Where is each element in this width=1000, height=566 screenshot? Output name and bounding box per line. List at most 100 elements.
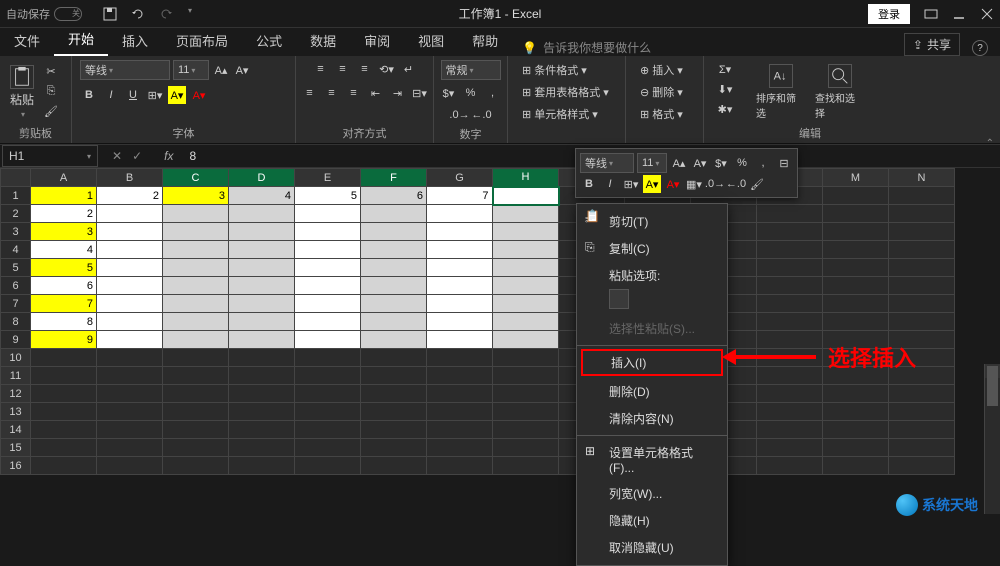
cell-B3[interactable] — [97, 223, 163, 241]
cell-E10[interactable] — [295, 349, 361, 367]
cell-C2[interactable] — [163, 205, 229, 223]
row-header-10[interactable]: 10 — [1, 349, 31, 367]
col-header-B[interactable]: B — [97, 169, 163, 187]
tab-help[interactable]: 帮助 — [458, 25, 512, 56]
merge-icon[interactable]: ⊟▾ — [411, 84, 429, 102]
tab-file[interactable]: 文件 — [0, 25, 54, 56]
italic-button[interactable]: I — [102, 86, 120, 104]
cell-L8[interactable] — [757, 313, 823, 331]
mini-border-icon[interactable]: ⊞▾ — [622, 175, 640, 193]
cm-unhide[interactable]: 取消隐藏(U) — [577, 534, 727, 561]
cell-C9[interactable] — [163, 331, 229, 349]
cell-F12[interactable] — [361, 385, 427, 403]
auto-save-toggle[interactable]: 自动保存 关 — [6, 6, 82, 22]
col-header-F[interactable]: F — [361, 169, 427, 187]
mini-decimal-dec-icon[interactable]: ←.0 — [727, 175, 745, 193]
cell-A15[interactable] — [31, 439, 97, 457]
cell-G1[interactable]: 7 — [427, 187, 493, 205]
cell-N1[interactable] — [889, 187, 955, 205]
cell-style-button[interactable]: ⊞单元格样式▾ — [516, 104, 604, 124]
name-box[interactable]: H1▾ — [2, 145, 98, 167]
cell-D7[interactable] — [229, 295, 295, 313]
col-header-N[interactable]: N — [889, 169, 955, 187]
table-format-button[interactable]: ⊞套用表格格式▾ — [516, 82, 615, 102]
cell-G16[interactable] — [427, 457, 493, 475]
cell-B2[interactable] — [97, 205, 163, 223]
select-all-corner[interactable] — [1, 169, 31, 187]
col-header-M[interactable]: M — [823, 169, 889, 187]
tab-data[interactable]: 数据 — [296, 25, 350, 56]
cell-B8[interactable] — [97, 313, 163, 331]
cell-C1[interactable]: 3 — [163, 187, 229, 205]
cell-D3[interactable] — [229, 223, 295, 241]
ribbon-display-icon[interactable] — [924, 7, 938, 21]
cell-B12[interactable] — [97, 385, 163, 403]
cell-C12[interactable] — [163, 385, 229, 403]
cell-A12[interactable] — [31, 385, 97, 403]
cell-H13[interactable] — [493, 403, 559, 421]
cell-L14[interactable] — [757, 421, 823, 439]
cell-F9[interactable] — [361, 331, 427, 349]
cell-M7[interactable] — [823, 295, 889, 313]
mini-increase-font-icon[interactable]: A▴ — [670, 154, 688, 172]
number-format-select[interactable]: 常规▾ — [441, 60, 501, 80]
cell-H8[interactable] — [493, 313, 559, 331]
copy-icon[interactable]: ⎘ — [42, 83, 60, 101]
mini-fill-icon[interactable]: A▾ — [643, 175, 661, 193]
cell-D12[interactable] — [229, 385, 295, 403]
cell-G8[interactable] — [427, 313, 493, 331]
cell-C3[interactable] — [163, 223, 229, 241]
row-header-15[interactable]: 15 — [1, 439, 31, 457]
insert-cells-button[interactable]: ⊕插入▾ — [634, 60, 689, 80]
collapse-ribbon-icon[interactable]: ⌃ — [986, 138, 994, 149]
cell-L15[interactable] — [757, 439, 823, 457]
cell-M8[interactable] — [823, 313, 889, 331]
vertical-scrollbar[interactable]: ▴ — [984, 364, 1000, 514]
qat-dropdown-icon[interactable]: ▾ — [188, 6, 192, 22]
row-header-3[interactable]: 3 — [1, 223, 31, 241]
cell-B16[interactable] — [97, 457, 163, 475]
bold-button[interactable]: B — [80, 86, 98, 104]
fx-icon[interactable]: fx — [156, 149, 181, 163]
cm-col-width[interactable]: 列宽(W)... — [577, 480, 727, 507]
cell-L6[interactable] — [757, 277, 823, 295]
currency-icon[interactable]: $▾ — [440, 84, 458, 102]
cell-L12[interactable] — [757, 385, 823, 403]
cell-D11[interactable] — [229, 367, 295, 385]
cell-H10[interactable] — [493, 349, 559, 367]
row-header-16[interactable]: 16 — [1, 457, 31, 475]
cut-icon[interactable]: ✂ — [42, 63, 60, 81]
cell-M6[interactable] — [823, 277, 889, 295]
minimize-icon[interactable] — [952, 7, 966, 21]
cell-H3[interactable] — [493, 223, 559, 241]
cell-E12[interactable] — [295, 385, 361, 403]
cell-H14[interactable] — [493, 421, 559, 439]
mini-bold-button[interactable]: B — [580, 175, 598, 193]
cell-L3[interactable] — [757, 223, 823, 241]
col-header-A[interactable]: A — [31, 169, 97, 187]
cell-A10[interactable] — [31, 349, 97, 367]
cell-E9[interactable] — [295, 331, 361, 349]
close-icon[interactable] — [980, 7, 994, 21]
cell-C4[interactable] — [163, 241, 229, 259]
cell-F2[interactable] — [361, 205, 427, 223]
cell-G6[interactable] — [427, 277, 493, 295]
mini-decimal-inc-icon[interactable]: .0→ — [706, 175, 724, 193]
cell-E14[interactable] — [295, 421, 361, 439]
mini-font-select[interactable]: 等线▾ — [580, 153, 634, 173]
cell-D5[interactable] — [229, 259, 295, 277]
toggle-off[interactable]: 关 — [54, 7, 82, 21]
cell-N5[interactable] — [889, 259, 955, 277]
cell-E6[interactable] — [295, 277, 361, 295]
tab-layout[interactable]: 页面布局 — [162, 25, 242, 56]
cell-E15[interactable] — [295, 439, 361, 457]
wrap-text-icon[interactable]: ↵ — [400, 60, 418, 78]
cell-G13[interactable] — [427, 403, 493, 421]
cell-M12[interactable] — [823, 385, 889, 403]
cell-E13[interactable] — [295, 403, 361, 421]
cell-F1[interactable]: 6 — [361, 187, 427, 205]
mini-fontcolor-icon[interactable]: A▾ — [664, 175, 682, 193]
cm-insert[interactable]: 插入(I) — [581, 349, 723, 376]
font-name-select[interactable]: 等线▾ — [80, 60, 170, 80]
indent-decrease-icon[interactable]: ⇤ — [367, 84, 385, 102]
